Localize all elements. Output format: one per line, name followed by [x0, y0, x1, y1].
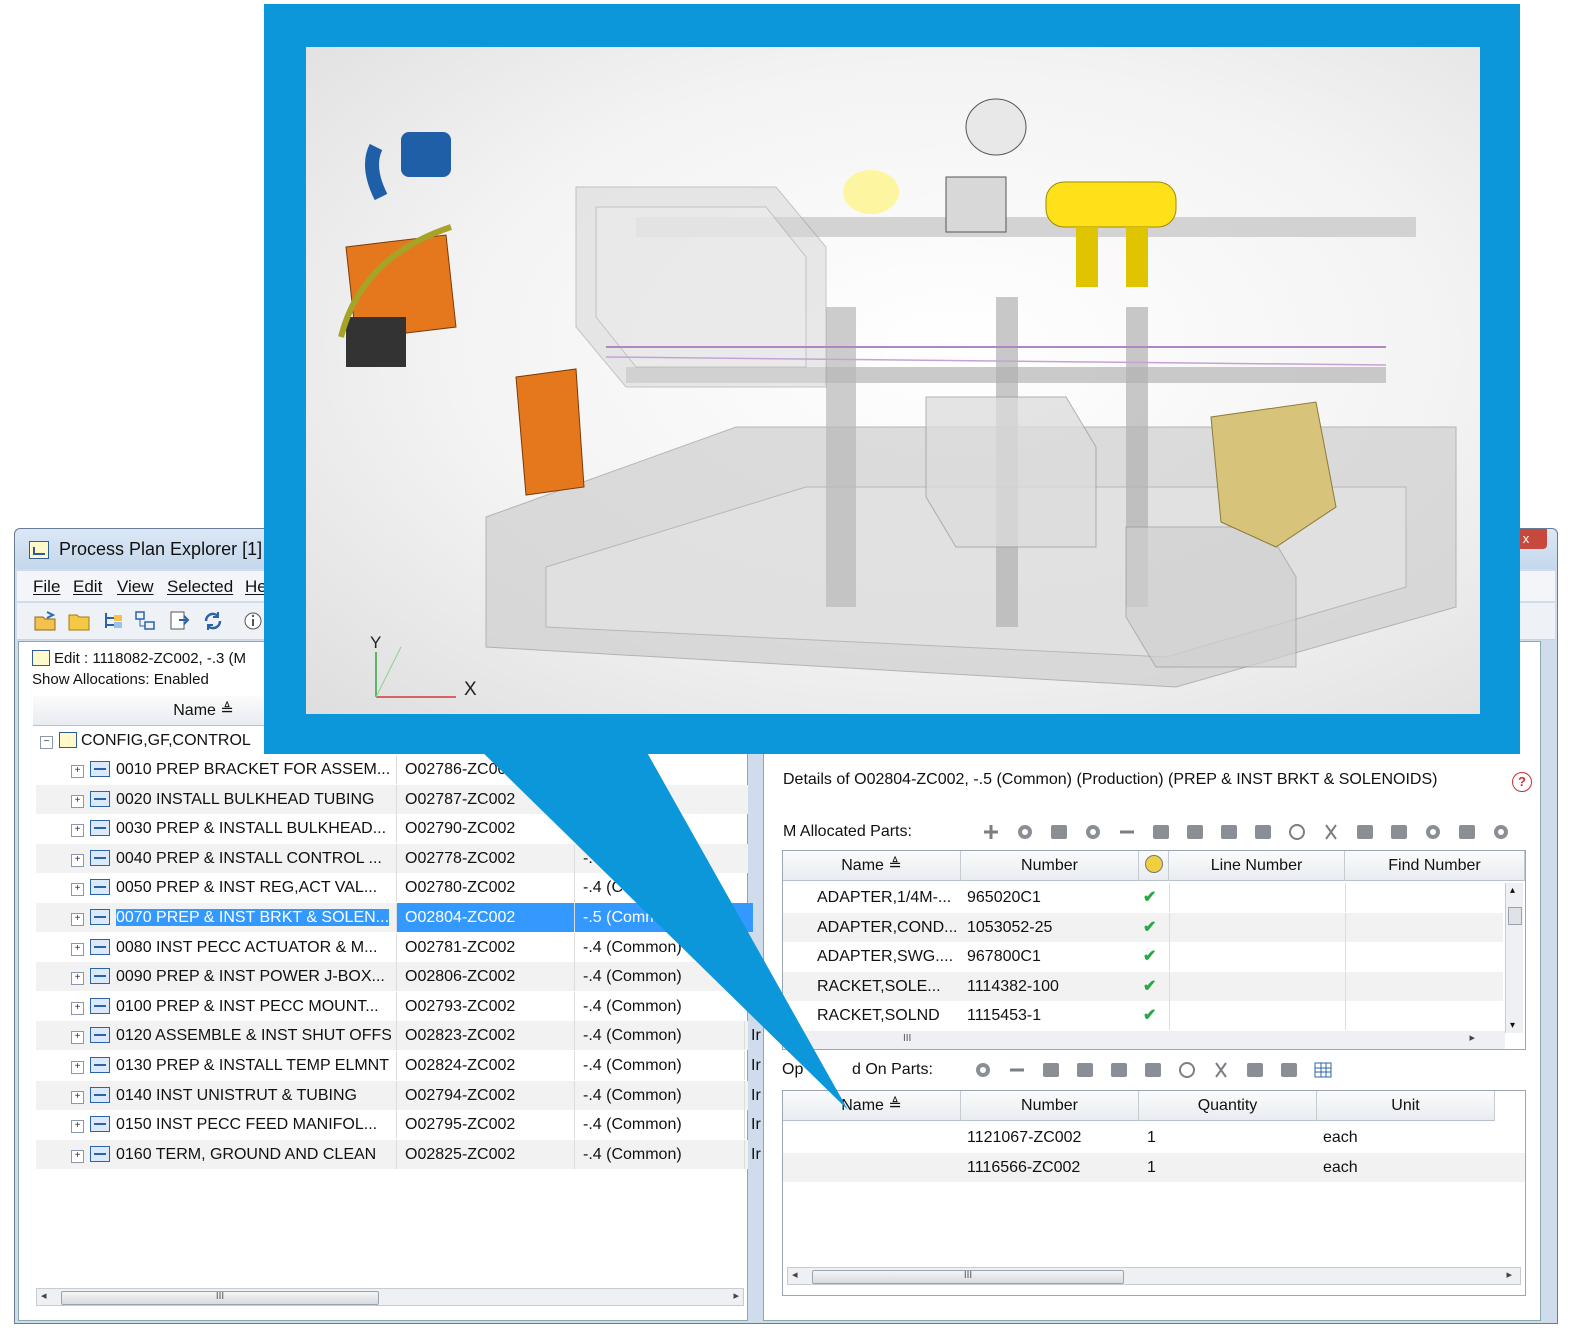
x-axis-label: X: [464, 679, 477, 700]
y-axis-label: Y: [370, 633, 382, 652]
3d-assembly-render: [338, 98, 1457, 698]
3d-model-viewer[interactable]: Y X: [306, 47, 1480, 714]
